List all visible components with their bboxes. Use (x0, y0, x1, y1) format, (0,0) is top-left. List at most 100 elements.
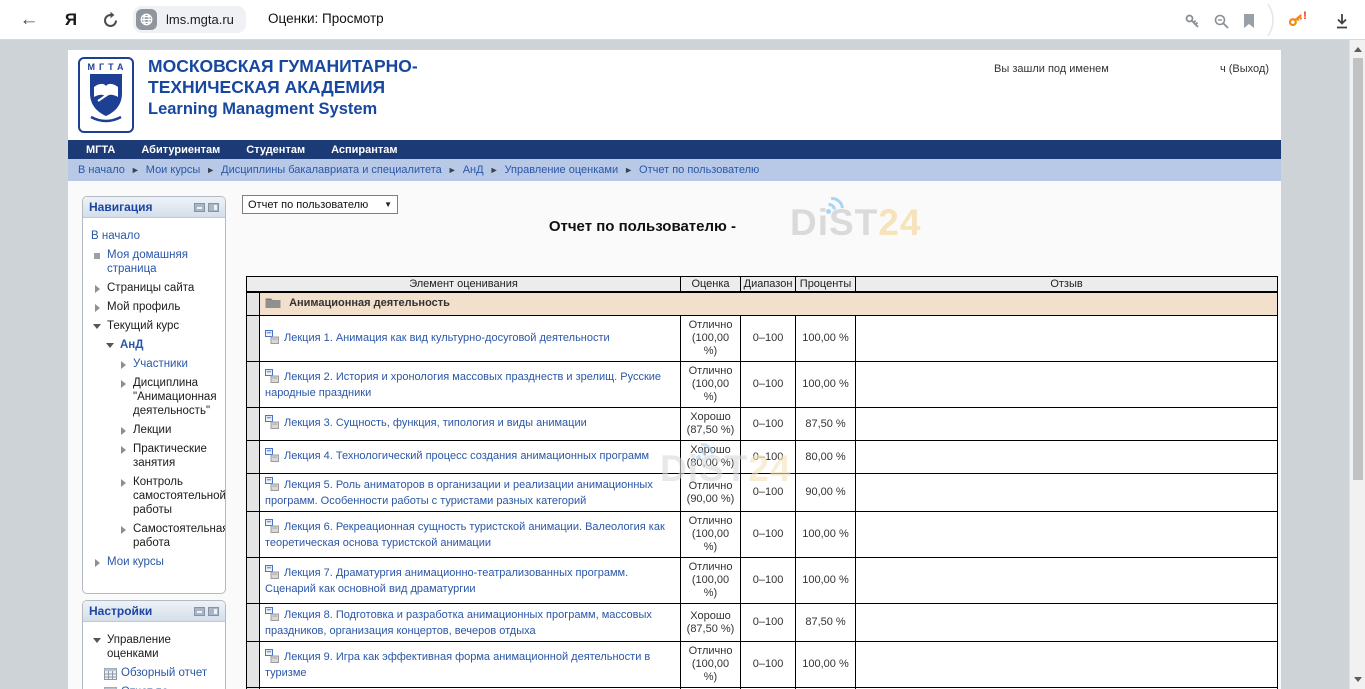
range-cell: 0–100 (741, 362, 796, 408)
grade-item-link[interactable]: Лекция 2. История и хронология массовых … (265, 371, 661, 399)
dock-block-icon[interactable] (208, 607, 219, 616)
report-type-select[interactable]: Отчет по пользователю ▼ (242, 195, 398, 214)
breadcrumb-link[interactable]: Отчет по пользователю (639, 164, 759, 176)
navigation-label[interactable]: Участники (133, 357, 188, 371)
hide-block-icon[interactable] (194, 607, 205, 616)
indent-cell (247, 362, 260, 408)
navigation-item[interactable]: Текущий курс (89, 319, 221, 333)
refresh-icon[interactable] (99, 9, 121, 31)
settings-label[interactable]: Отчет по пользователю (121, 685, 221, 689)
grade-item-link[interactable]: Лекция 4. Технологический процесс создан… (284, 450, 649, 462)
navigation-item[interactable]: Моя домашняя страница (89, 248, 221, 276)
navigation-item[interactable]: Дисциплина "Анимационная деятельность" (89, 376, 221, 418)
yandex-icon[interactable]: Я (60, 9, 82, 31)
navigation-item[interactable]: Участники (89, 357, 221, 371)
breadcrumb-link[interactable]: Управление оценками (505, 164, 619, 176)
grade-item-link[interactable]: Лекция 7. Драматургия анимационно-театра… (265, 567, 628, 595)
table-row: Лекция 1. Анимация как вид культурно-дос… (247, 316, 1278, 362)
breadcrumb-link[interactable]: Мои курсы (146, 164, 200, 176)
navigation-item[interactable]: Лекции (89, 423, 221, 437)
lesson-icon (265, 415, 279, 433)
grade-item-link[interactable]: Лекция 3. Сущность, функция, типология и… (284, 417, 587, 429)
breadcrumb-link[interactable]: В начало (78, 164, 125, 176)
range-cell: 0–100 (741, 642, 796, 688)
navigation-label[interactable]: АнД (120, 338, 143, 352)
scroll-down-icon[interactable] (1354, 677, 1362, 682)
lesson-icon (265, 369, 279, 387)
percent-cell: 100,00 % (796, 512, 856, 558)
navigation-label: Практические занятия (133, 442, 221, 470)
lesson-icon (265, 565, 279, 583)
expand-icon[interactable] (91, 557, 103, 569)
expand-icon[interactable] (91, 302, 103, 314)
expand-icon[interactable] (117, 524, 129, 550)
address-bar[interactable]: lms.mgta.ru (133, 6, 246, 33)
expand-icon[interactable] (117, 477, 129, 517)
grade-cell: Отлично(100,00 %) (681, 642, 741, 688)
expand-icon[interactable] (117, 425, 129, 437)
grade-cell: Отлично(90,00 %) (681, 474, 741, 512)
navigation-item[interactable]: В начало (89, 229, 221, 243)
navigation-label[interactable]: Мои курсы (107, 555, 164, 569)
grade-item-link[interactable]: Лекция 5. Роль аниматоров в организации … (265, 479, 653, 507)
navigation-item[interactable]: Страницы сайта (89, 281, 221, 295)
navigation-item[interactable]: Контроль самостоятельной работы (89, 475, 221, 517)
col-range: Диапазон (741, 277, 796, 293)
navigation-label[interactable]: Моя домашняя страница (107, 248, 221, 276)
scroll-up-icon[interactable] (1354, 47, 1362, 52)
back-icon[interactable]: ← (18, 9, 40, 31)
logout-link[interactable]: ч (Выход) (1220, 63, 1269, 75)
navigation-item[interactable]: Мой профиль (89, 300, 221, 314)
navigation-item[interactable]: Практические занятия (89, 442, 221, 470)
settings-label[interactable]: Обзорный отчет (121, 666, 207, 680)
navigation-label: Страницы сайта (107, 281, 194, 295)
bookmark-icon[interactable] (1238, 10, 1260, 32)
download-icon[interactable] (1331, 10, 1353, 32)
expand-icon[interactable] (117, 359, 129, 371)
breadcrumb-separator-icon: ► (448, 165, 457, 175)
key-icon[interactable] (1181, 10, 1203, 32)
report-select-value: Отчет по пользователю (248, 199, 368, 211)
settings-item[interactable]: Отчет по пользователю (89, 685, 221, 689)
scrollbar-thumb[interactable] (1353, 58, 1363, 480)
settings-block-header: Настройки (83, 601, 225, 622)
topnav-item[interactable]: Студентам (246, 144, 305, 156)
org-title-line1: МОСКОВСКАЯ ГУМАНИТАРНО- (148, 56, 418, 77)
indent-cell (247, 316, 260, 362)
settings-item[interactable]: Управление оценками (89, 633, 221, 661)
zoom-icon[interactable] (1210, 10, 1232, 32)
grade-item-link[interactable]: Лекция 1. Анимация как вид культурно-дос… (284, 332, 610, 344)
topnav-item[interactable]: Абитуриентам (141, 144, 220, 156)
page-title: Оценки: Просмотр (268, 11, 384, 26)
topnav-item[interactable]: МГТА (86, 144, 115, 156)
collapse-icon[interactable] (104, 340, 116, 352)
report-heading-text: Отчет по пользователю - (549, 218, 740, 235)
grade-cell: Отлично(100,00 %) (681, 362, 741, 408)
vertical-scrollbar[interactable] (1349, 40, 1365, 689)
collapse-icon[interactable] (91, 635, 103, 661)
percent-cell: 100,00 % (796, 362, 856, 408)
expand-icon[interactable] (117, 378, 129, 418)
hide-block-icon[interactable] (194, 203, 205, 212)
dock-block-icon[interactable] (208, 203, 219, 212)
breadcrumb-link[interactable]: Дисциплины бакалавриата и специалитета (221, 164, 442, 176)
grade-item-link[interactable]: Лекция 6. Рекреационная сущность туристс… (265, 521, 665, 549)
percent-cell: 100,00 % (796, 642, 856, 688)
navigation-item[interactable]: АнД (89, 338, 221, 352)
breadcrumb-link[interactable]: АнД (463, 164, 484, 176)
collapse-icon[interactable] (91, 321, 103, 333)
grade-item-link[interactable]: Лекция 8. Подготовка и разработка анимац… (265, 609, 652, 637)
topnav-item[interactable]: Аспирантам (331, 144, 397, 156)
navigation-item[interactable]: Самостоятельная работа (89, 522, 221, 550)
expand-icon[interactable] (117, 444, 129, 470)
settings-item[interactable]: Обзорный отчет (89, 666, 221, 680)
navigation-block-header: Навигация (83, 197, 225, 218)
indent-cell (247, 441, 260, 474)
navigation-label[interactable]: В начало (91, 229, 140, 243)
mgta-logo[interactable]: МГТА (78, 57, 134, 133)
expand-icon[interactable] (91, 283, 103, 295)
protect-key-icon[interactable]: ! (1287, 8, 1309, 30)
grade-item-link[interactable]: Лекция 9. Игра как эффективная форма ани… (265, 651, 650, 679)
navigation-item[interactable]: Мои курсы (89, 555, 221, 569)
indent-cell (247, 604, 260, 642)
